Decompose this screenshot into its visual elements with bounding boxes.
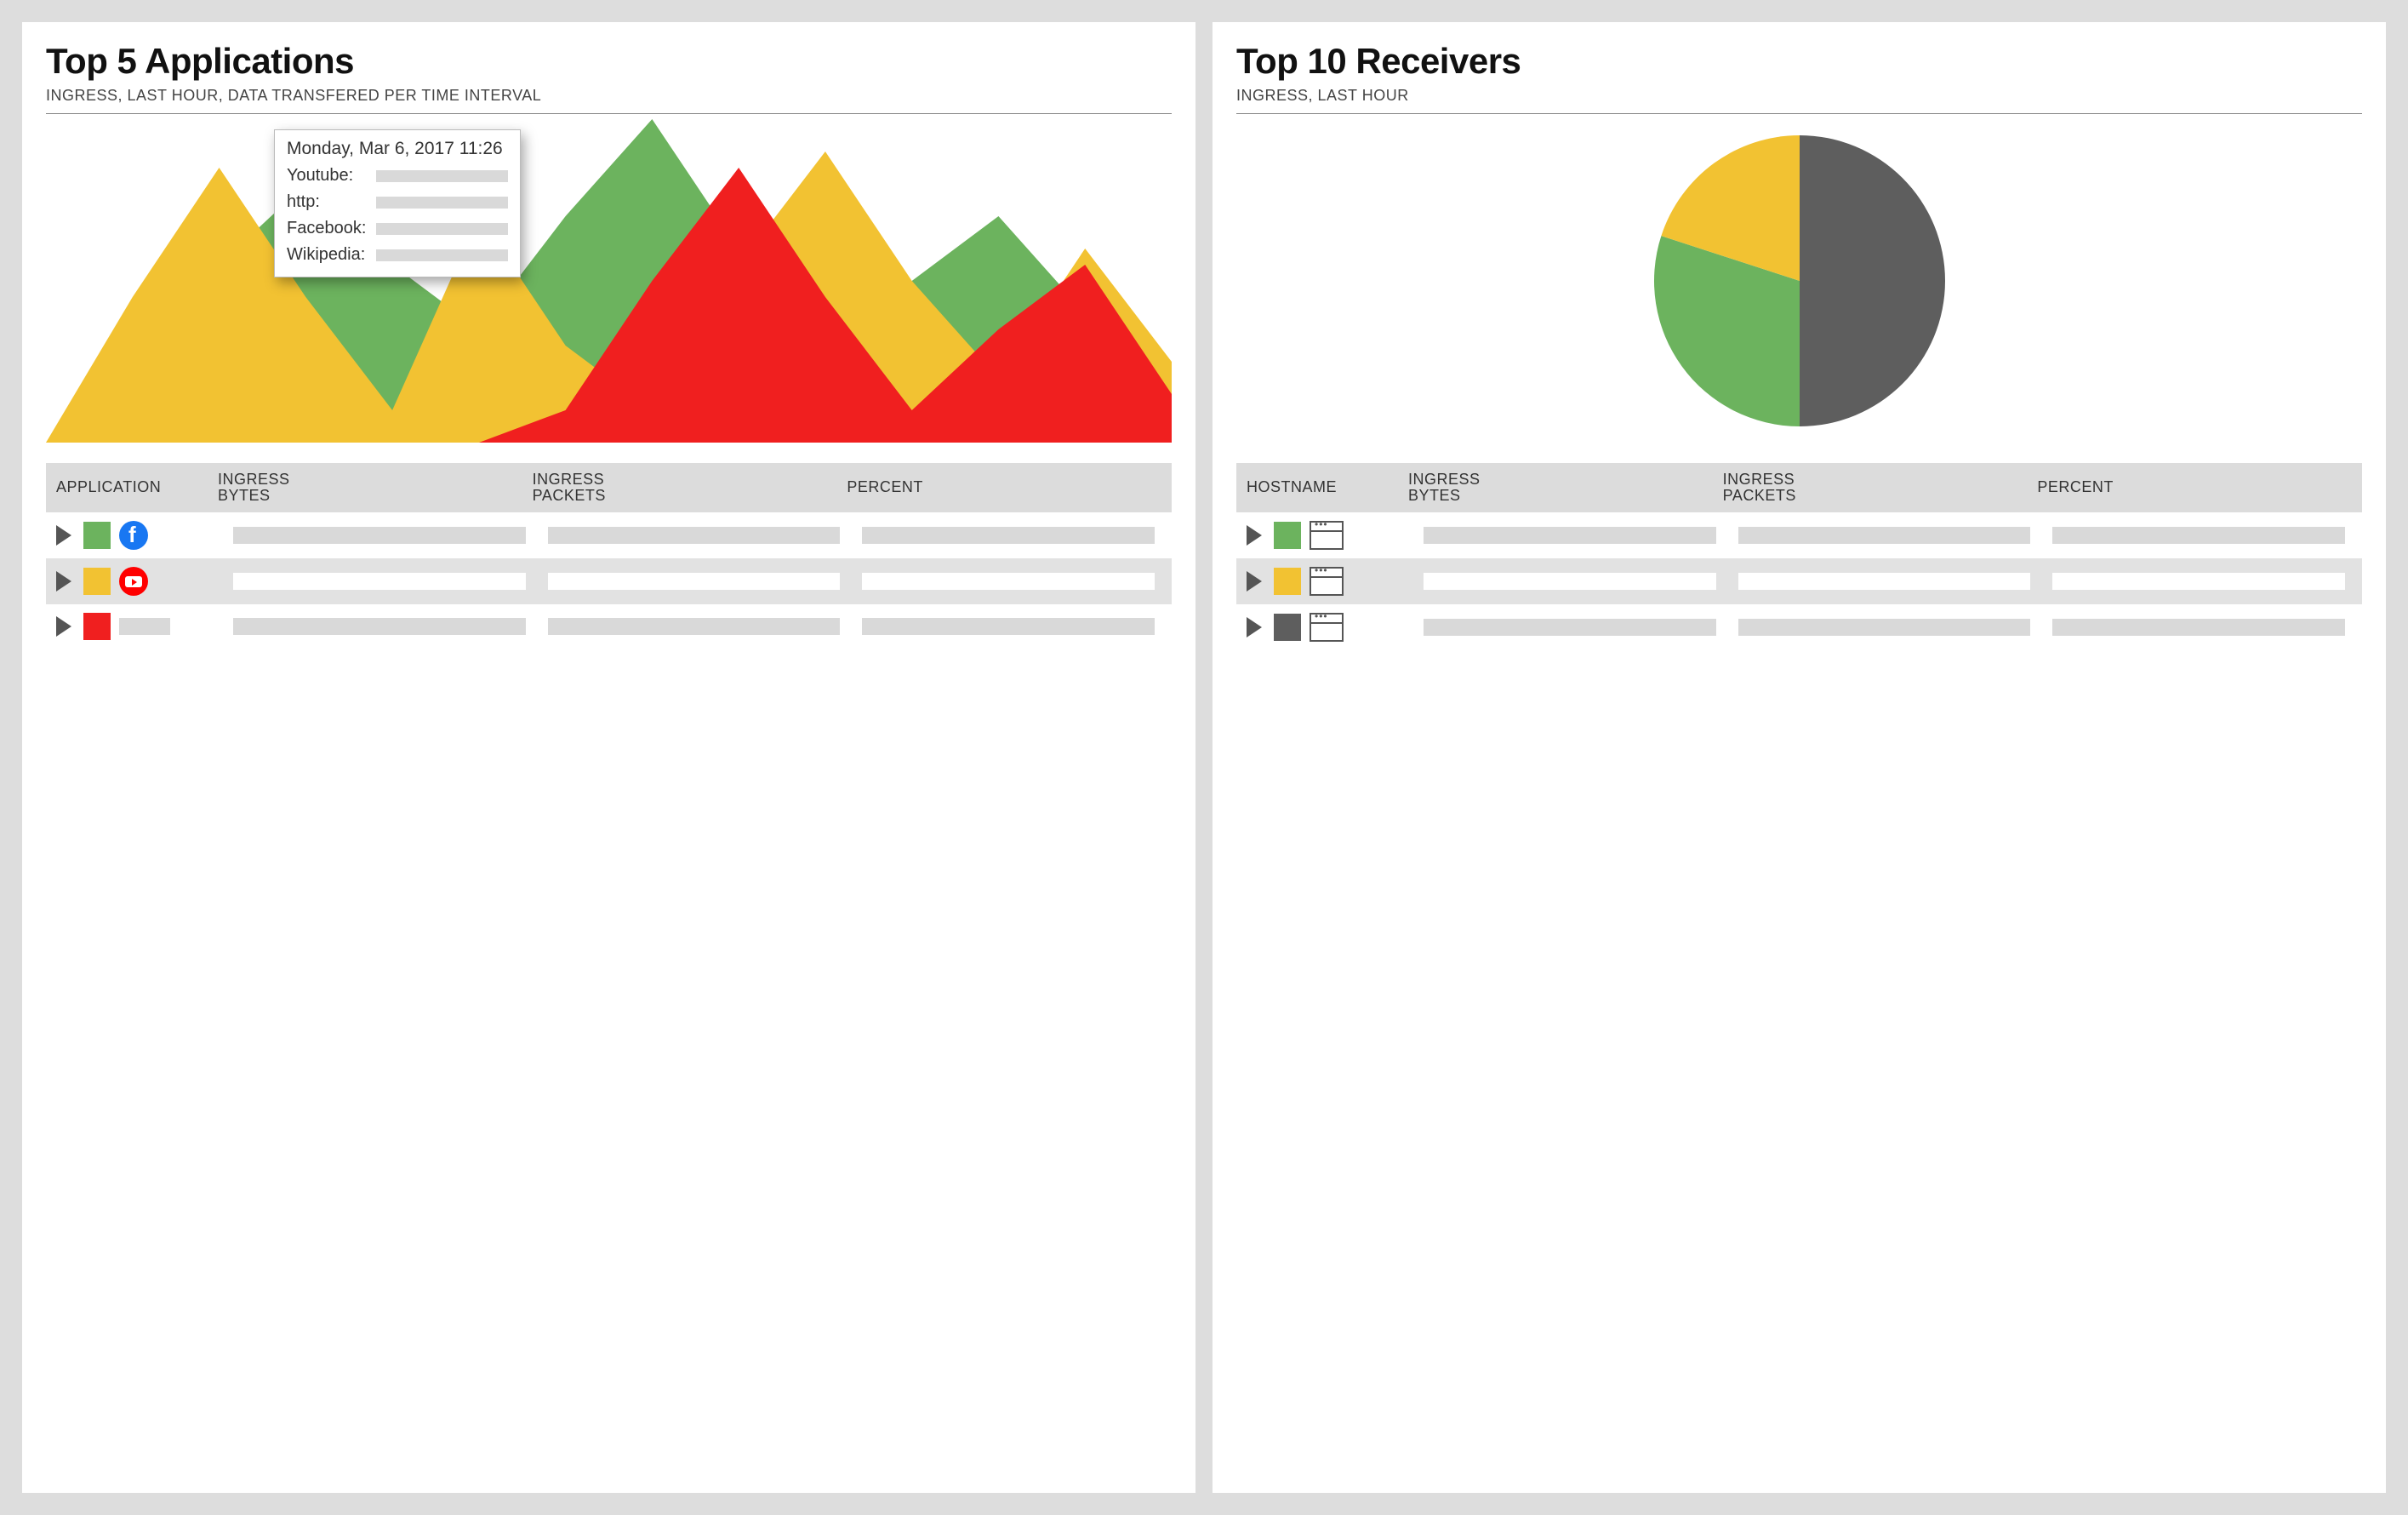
color-swatch	[1274, 568, 1301, 595]
youtube-icon	[119, 567, 148, 596]
placeholder-bar	[2052, 619, 2345, 636]
expand-icon[interactable]	[1247, 617, 1262, 637]
expand-icon[interactable]	[1247, 525, 1262, 546]
expand-icon[interactable]	[56, 616, 71, 637]
table-row[interactable]	[46, 512, 1172, 558]
placeholder-bar	[376, 249, 508, 261]
col-ingress-bytes[interactable]: INGRESSBYTES	[218, 472, 533, 504]
table-row[interactable]	[46, 558, 1172, 604]
col-ingress-packets[interactable]: INGRESSPACKETS	[1723, 472, 2038, 504]
placeholder-bar	[2052, 573, 2345, 590]
table-header: APPLICATION INGRESSBYTES INGRESSPACKETS …	[46, 463, 1172, 512]
placeholder-bar	[1738, 527, 2031, 544]
placeholder-bar	[548, 618, 841, 635]
divider	[1236, 113, 2362, 114]
col-ingress-bytes[interactable]: INGRESSBYTES	[1408, 472, 1723, 504]
tooltip-row: Wikipedia:	[287, 245, 508, 265]
facebook-icon	[119, 521, 148, 550]
table-row[interactable]	[1236, 604, 2362, 650]
page-title: Top 10 Receivers	[1236, 41, 2362, 82]
table-header: HOSTNAME INGRESSBYTES INGRESSPACKETS PER…	[1236, 463, 2362, 512]
tooltip-label: Youtube:	[287, 166, 368, 186]
expand-icon[interactable]	[56, 571, 71, 592]
applications-table: APPLICATION INGRESSBYTES INGRESSPACKETS …	[46, 463, 1172, 649]
panel-subtitle: INGRESS, LAST HOUR	[1236, 87, 2362, 105]
browser-icon	[1310, 521, 1344, 550]
placeholder-bar	[1738, 619, 2031, 636]
tooltip-label: Facebook:	[287, 219, 368, 238]
table-row[interactable]	[46, 604, 1172, 649]
receivers-table: HOSTNAME INGRESSBYTES INGRESSPACKETS PER…	[1236, 463, 2362, 650]
placeholder-bar	[233, 527, 526, 544]
page-title: Top 5 Applications	[46, 41, 1172, 82]
placeholder-bar	[862, 527, 1155, 544]
placeholder-bar	[376, 223, 508, 235]
browser-icon	[1310, 613, 1344, 642]
table-row[interactable]	[1236, 512, 2362, 558]
panel-top-receivers: Top 10 Receivers INGRESS, LAST HOUR HOST…	[1213, 22, 2386, 1493]
tooltip-label: Wikipedia:	[287, 245, 368, 265]
tooltip-row: Youtube:	[287, 166, 508, 186]
area-chart[interactable]: Monday, Mar 6, 2017 11:26 Youtube: http:…	[46, 119, 1172, 443]
color-swatch	[1274, 522, 1301, 549]
placeholder-bar	[119, 618, 170, 635]
placeholder-bar	[2052, 527, 2345, 544]
placeholder-bar	[376, 170, 508, 182]
placeholder-bar	[862, 573, 1155, 590]
color-swatch	[83, 613, 111, 640]
tooltip-label: http:	[287, 192, 368, 212]
placeholder-bar	[1424, 527, 1716, 544]
col-hostname[interactable]: HOSTNAME	[1247, 478, 1408, 496]
expand-icon[interactable]	[1247, 571, 1262, 592]
panel-subtitle: INGRESS, LAST HOUR, DATA TRANSFERED PER …	[46, 87, 1172, 105]
expand-icon[interactable]	[56, 525, 71, 546]
chart-tooltip: Monday, Mar 6, 2017 11:26 Youtube: http:…	[274, 129, 521, 277]
panel-top-applications: Top 5 Applications INGRESS, LAST HOUR, D…	[22, 22, 1195, 1493]
col-application[interactable]: APPLICATION	[56, 478, 218, 496]
placeholder-bar	[1424, 619, 1716, 636]
tooltip-timestamp: Monday, Mar 6, 2017 11:26	[287, 139, 508, 159]
col-ingress-packets[interactable]: INGRESSPACKETS	[533, 472, 847, 504]
pie-slice-gray	[1800, 135, 1945, 426]
table-row[interactable]	[1236, 558, 2362, 604]
placeholder-bar	[233, 618, 526, 635]
tooltip-row: http:	[287, 192, 508, 212]
color-swatch	[83, 522, 111, 549]
placeholder-bar	[862, 618, 1155, 635]
placeholder-bar	[1738, 573, 2031, 590]
tooltip-row: Facebook:	[287, 219, 508, 238]
placeholder-bar	[1424, 573, 1716, 590]
placeholder-bar	[376, 197, 508, 209]
placeholder-bar	[548, 527, 841, 544]
col-percent[interactable]: PERCENT	[847, 478, 1161, 496]
placeholder-bar	[548, 573, 841, 590]
color-swatch	[83, 568, 111, 595]
col-percent[interactable]: PERCENT	[2037, 478, 2352, 496]
color-swatch	[1274, 614, 1301, 641]
placeholder-bar	[233, 573, 526, 590]
browser-icon	[1310, 567, 1344, 596]
pie-chart-svg	[1646, 128, 1953, 434]
area-chart-svg	[46, 119, 1172, 443]
divider	[46, 113, 1172, 114]
pie-chart[interactable]	[1236, 119, 2362, 443]
